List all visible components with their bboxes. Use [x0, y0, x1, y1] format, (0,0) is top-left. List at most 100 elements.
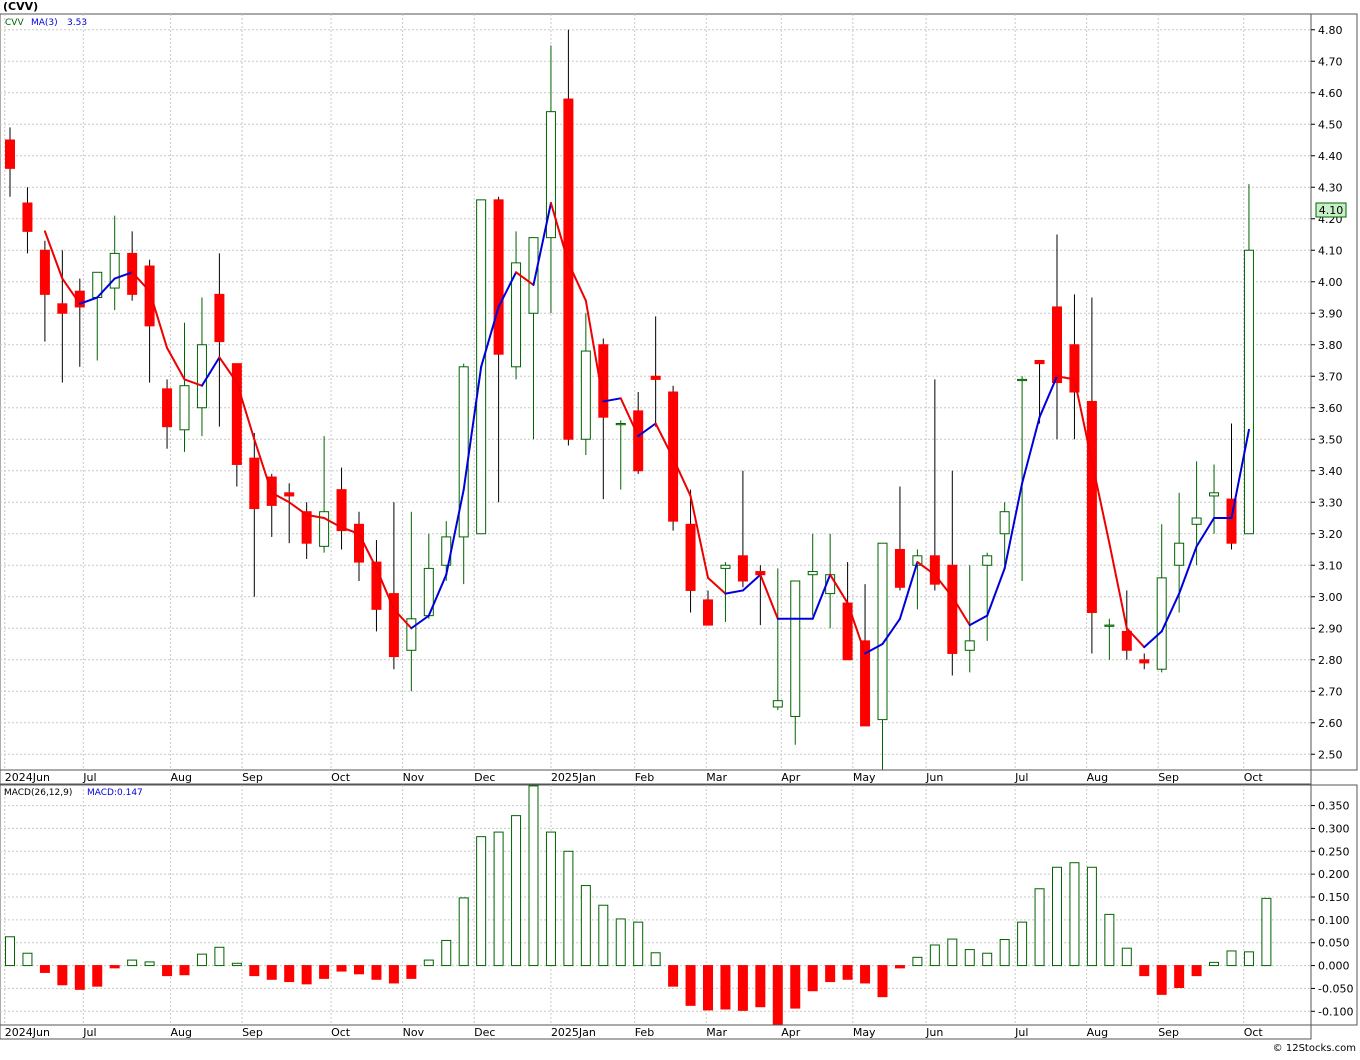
price-y-tick-label: 4.10 [1318, 244, 1343, 257]
macd-bar-positive [127, 959, 138, 967]
candle-body-up [196, 344, 207, 409]
price-panel: 2.50 2.60 2.70 2.80 2.90 3.00 3.10 3.20 3.30 3.40… [0, 13, 1358, 785]
candle-body-up [1243, 249, 1254, 535]
macd-bar-negative [755, 965, 766, 1008]
price-x-tick-label: Mar [706, 771, 727, 784]
macd-bar-positive [22, 952, 33, 967]
macd-bar-positive [441, 939, 452, 967]
price-y-tick-label: 3.30 [1318, 496, 1343, 509]
candle-body-down [703, 599, 713, 626]
price-x-tick-label: Aug [171, 771, 192, 784]
candle-body-up [1017, 378, 1028, 382]
price-x-tick-label: 2025Jan [551, 771, 596, 784]
candle-body-up [964, 640, 975, 651]
candle-body-up [877, 542, 888, 721]
price-x-tick-label: Oct [331, 771, 351, 784]
price-x-tick-label: May [853, 771, 876, 784]
price-y-tick-label: 3.50 [1318, 433, 1343, 446]
macd-bar-positive [947, 938, 958, 967]
legend-symbol: CVV [5, 18, 24, 28]
macd-bar-negative [371, 965, 382, 980]
price-y-tick-label: 4.40 [1318, 150, 1343, 163]
price-y-tick-label: 3.00 [1318, 591, 1343, 604]
macd-bar-positive [144, 961, 155, 967]
candle-body-up [1191, 517, 1202, 525]
candle-body-up [1209, 492, 1220, 497]
macd-bar-positive [511, 815, 522, 967]
macd-bar-positive [598, 904, 609, 967]
macd-x-tick-label: Nov [403, 1026, 425, 1039]
price-y-tick-label: 3.20 [1318, 528, 1343, 541]
macd-bar-negative [807, 965, 818, 992]
macd-bar-positive [633, 921, 644, 967]
macd-bar-positive [231, 962, 242, 967]
macd-bar-positive [580, 885, 591, 967]
macd-bar-negative [162, 965, 173, 977]
macd-x-tick-label: May [853, 1026, 876, 1039]
candle-body-down [249, 457, 260, 510]
candle-body-down [650, 375, 661, 380]
macd-bar-negative [266, 965, 277, 980]
price-x-tick-label: Jul [82, 771, 96, 784]
macd-bar-negative [790, 965, 801, 1009]
macd-y-tick-label: 0.000 [1318, 960, 1350, 973]
macd-x-tick-label: Aug [1087, 1026, 1108, 1039]
last-price-badge: 4.10 [1315, 202, 1347, 218]
last-price-text: 4.10 [1319, 204, 1344, 217]
macd-bar-negative [842, 965, 853, 980]
macd-bar-positive [423, 959, 434, 967]
macd-bar-positive [650, 952, 661, 967]
price-y-tick-label: 3.60 [1318, 402, 1343, 415]
macd-bar-negative [825, 965, 836, 983]
price-y-tick-label: 2.70 [1318, 685, 1343, 698]
watermark: © 12Stocks.com [1273, 1043, 1356, 1054]
macd-bar-positive [1034, 888, 1045, 967]
macd-bar-negative [354, 965, 364, 975]
candle-body-up [179, 385, 190, 431]
macd-bar-negative [1174, 965, 1185, 989]
macd-bar-positive [1069, 862, 1080, 967]
macd-bar-positive [1121, 947, 1132, 967]
price-y-tick-label: 3.80 [1318, 339, 1343, 352]
candle-body-up [1174, 542, 1185, 566]
macd-bar-negative [179, 965, 190, 976]
macd-bar-positive [1209, 961, 1220, 967]
macd-bar-positive [615, 918, 626, 967]
candle-body-down [1139, 659, 1150, 664]
macd-bar-positive [476, 836, 487, 967]
candle-body-up [772, 700, 783, 708]
macd-bar-positive [912, 956, 923, 967]
price-x-tick-label: Aug [1087, 771, 1108, 784]
price-y-tick-label: 2.90 [1318, 622, 1343, 635]
price-y-tick-label: 4.00 [1318, 276, 1343, 289]
macd-x-tick-label: Jul [1014, 1026, 1028, 1039]
price-x-tick-label: Sep [1158, 771, 1179, 784]
candle-body-up [807, 571, 818, 576]
macd-y-tick-label: -0.100 [1318, 1005, 1353, 1018]
macd-bar-negative [388, 965, 399, 984]
chart-title: (CVV) [3, 0, 38, 13]
macd-bar-positive [493, 831, 504, 967]
macd-bar-positive [1226, 950, 1237, 967]
chart-stage: 2.50 2.60 2.70 2.80 2.90 3.00 3.10 3.20 3.30 3.40… [0, 0, 1360, 1056]
candle-body-down [493, 199, 504, 355]
macd-bar-positive [1261, 897, 1272, 967]
macd-bar-negative [57, 965, 68, 986]
price-x-tick-label: Jun [925, 771, 943, 784]
price-y-tick-label: 3.70 [1318, 370, 1343, 383]
price-y-tick-label: 2.80 [1318, 654, 1343, 667]
macd-bar-negative [92, 965, 103, 987]
candle-body-down [22, 202, 33, 232]
macd-bar-negative [249, 965, 260, 977]
macd-y-tick-label: 0.350 [1318, 800, 1350, 813]
macd-bar-positive [196, 953, 207, 967]
candle-body-down [162, 388, 173, 428]
macd-bar-positive [1052, 866, 1062, 967]
candle-body-up [1104, 624, 1115, 627]
macd-bar-negative [39, 965, 50, 973]
price-y-tick-label: 4.80 [1318, 24, 1343, 37]
candle-body-down [284, 492, 295, 497]
macd-bar-negative [772, 965, 783, 1026]
candle-body-down [947, 564, 958, 654]
price-y-tick-label: 4.30 [1318, 181, 1343, 194]
